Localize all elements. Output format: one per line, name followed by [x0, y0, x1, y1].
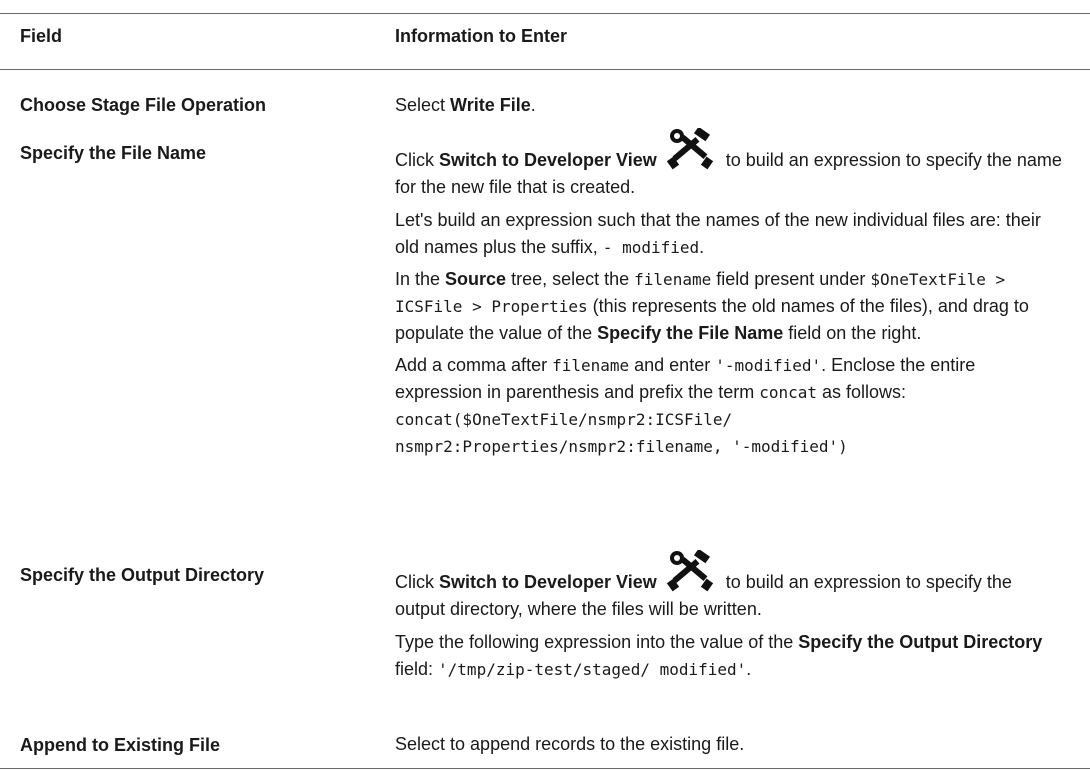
text: Let's build an expression such that the …	[395, 210, 1041, 257]
row-info-file-name: Click Switch to Developer View to build …	[395, 128, 1065, 460]
text: Click	[395, 150, 439, 170]
table-top-rule	[0, 13, 1090, 14]
row-label-append-existing: Append to Existing File	[20, 735, 221, 755]
text: and enter	[629, 355, 716, 375]
text: field:	[395, 659, 439, 679]
text: Type the following expression into the v…	[395, 632, 799, 652]
paragraph: Click Switch to Developer View to build …	[395, 550, 1065, 623]
code: concat	[759, 383, 817, 402]
ui-term: Source	[445, 269, 507, 289]
code: '/tmp/zip-test/staged/ modified'	[438, 660, 747, 679]
code: nsmpr2:Properties/nsmpr2:filename, '-mod…	[395, 437, 848, 456]
text: .	[746, 659, 752, 679]
ui-term: Switch to Developer View	[439, 572, 657, 592]
table-bottom-rule	[0, 768, 1090, 769]
tools-icon	[666, 128, 713, 170]
code: filename	[634, 270, 712, 289]
paragraph: Let's build an expression such that the …	[395, 207, 1065, 261]
ui-term: Switch to Developer View	[439, 150, 657, 170]
paragraph: Click Switch to Developer View to build …	[395, 128, 1065, 201]
row-info-output-directory: Click Switch to Developer View to build …	[395, 550, 1065, 683]
text: .	[530, 95, 536, 115]
text: Add a comma after	[395, 355, 553, 375]
paragraph: Add a comma after filename and enter '-m…	[395, 352, 1065, 460]
code: filename	[552, 356, 630, 375]
row-label-stage-operation: Choose Stage File Operation	[20, 95, 267, 115]
row-info-stage-operation: Select Write File.	[395, 92, 1065, 119]
tools-icon	[666, 550, 713, 592]
text: Select	[395, 95, 451, 115]
row-info-append-existing: Select to append records to the existing…	[395, 731, 1065, 758]
text: as follows:	[817, 382, 907, 402]
text: .	[699, 237, 705, 257]
code: - modified	[602, 238, 700, 257]
ui-term: Specify the File Name	[597, 323, 784, 343]
header-rule	[0, 69, 1090, 70]
ui-term: Specify the Output Directory	[798, 632, 1043, 652]
text: In the	[395, 269, 446, 289]
column-header-field: Field	[20, 26, 63, 46]
row-label-output-directory: Specify the Output Directory	[20, 565, 265, 585]
text: tree, select the	[506, 269, 635, 289]
paragraph: Type the following expression into the v…	[395, 629, 1065, 683]
column-header-info: Information to Enter	[395, 26, 567, 46]
paragraph: Select to append records to the existing…	[395, 731, 1065, 758]
paragraph: Select Write File.	[395, 92, 1065, 119]
text: Click	[395, 572, 439, 592]
ui-term: Write File	[450, 95, 531, 115]
text: field on the right.	[783, 323, 922, 343]
paragraph: In the Source tree, select the filename …	[395, 266, 1065, 347]
code: concat($OneTextFile/nsmpr2:ICSFile/	[395, 410, 733, 429]
code: '-modified'	[715, 356, 822, 375]
text: Select to append records to the existing…	[395, 734, 745, 754]
text: field present under	[711, 269, 871, 289]
row-label-file-name: Specify the File Name	[20, 143, 207, 163]
